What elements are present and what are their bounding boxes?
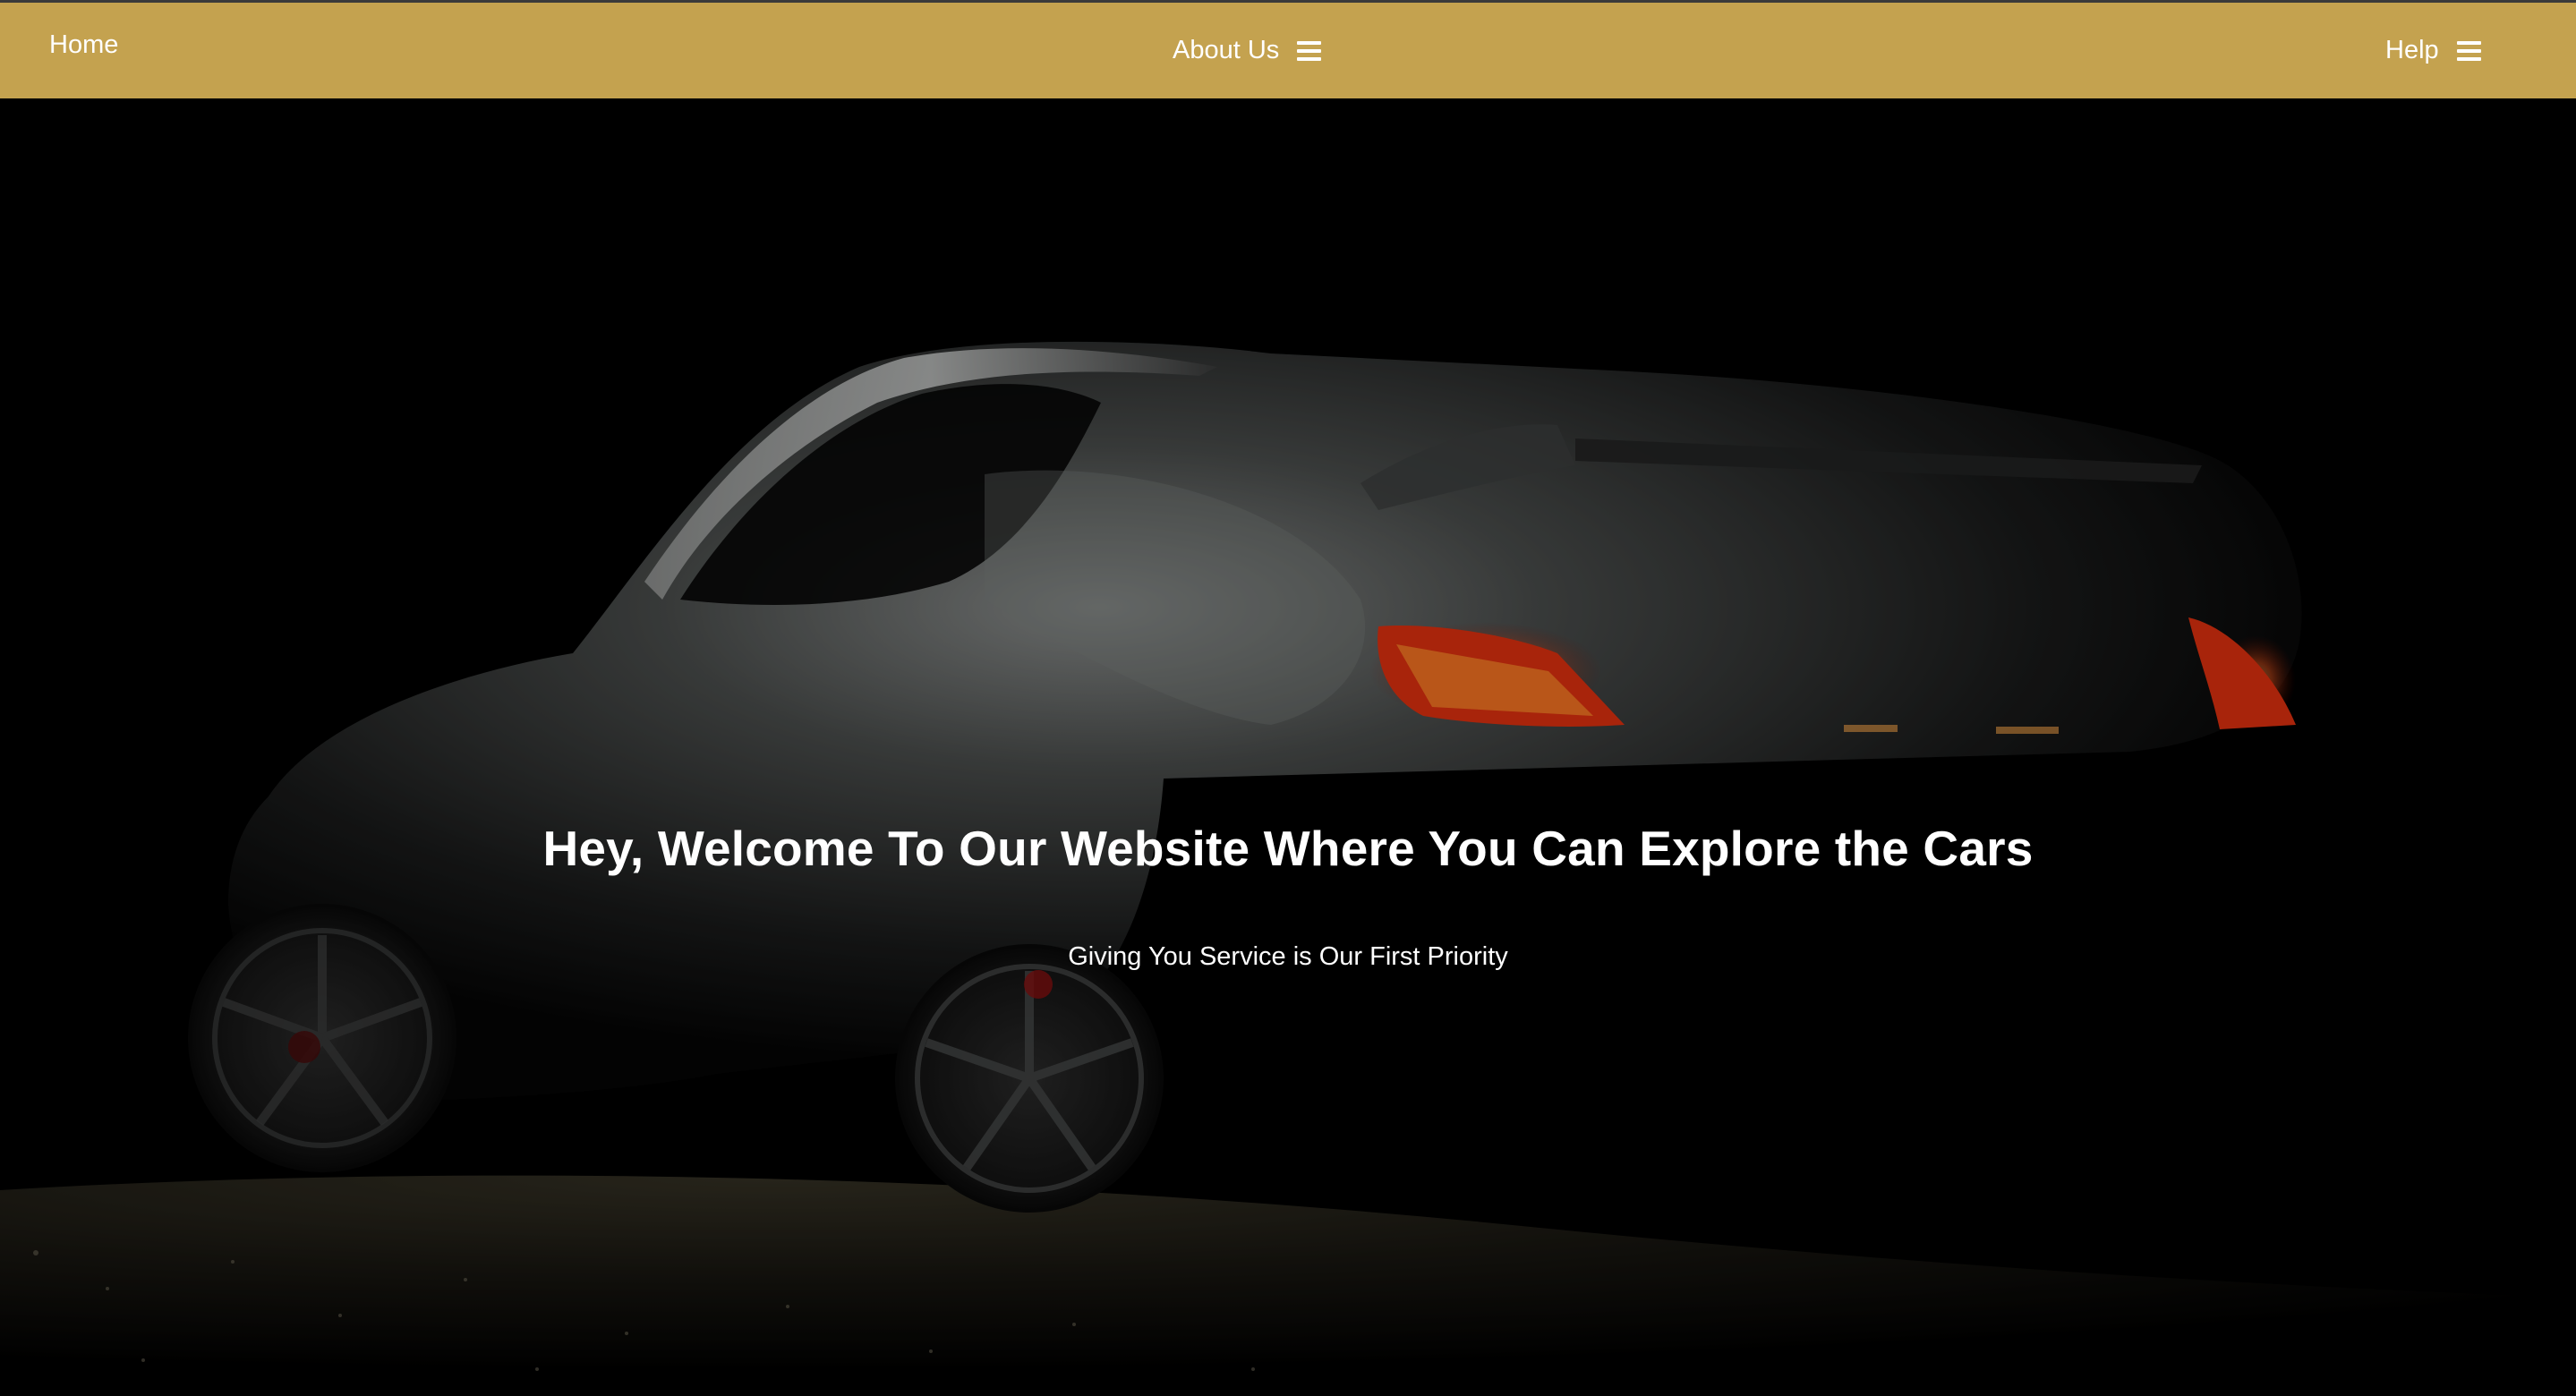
hamburger-menu-icon[interactable] bbox=[2456, 40, 2481, 61]
hero-section: Hey, Welcome To Our Website Where You Ca… bbox=[0, 98, 2576, 1396]
hero-subtitle: Giving You Service is Our First Priority bbox=[1068, 942, 1508, 971]
nav-help[interactable]: Help bbox=[2385, 3, 2481, 98]
hero-title: Hey, Welcome To Our Website Where You Ca… bbox=[542, 821, 2034, 876]
nav-about-us[interactable]: About Us bbox=[1173, 3, 1322, 98]
nav-help-label: Help bbox=[2385, 36, 2439, 64]
hero-car-image bbox=[0, 98, 2576, 1396]
nav-home-link[interactable]: Home bbox=[49, 0, 118, 93]
hamburger-menu-icon[interactable] bbox=[1297, 40, 1322, 61]
nav-about-label: About Us bbox=[1173, 36, 1280, 64]
top-navbar: Home About Us Help bbox=[0, 3, 2576, 98]
